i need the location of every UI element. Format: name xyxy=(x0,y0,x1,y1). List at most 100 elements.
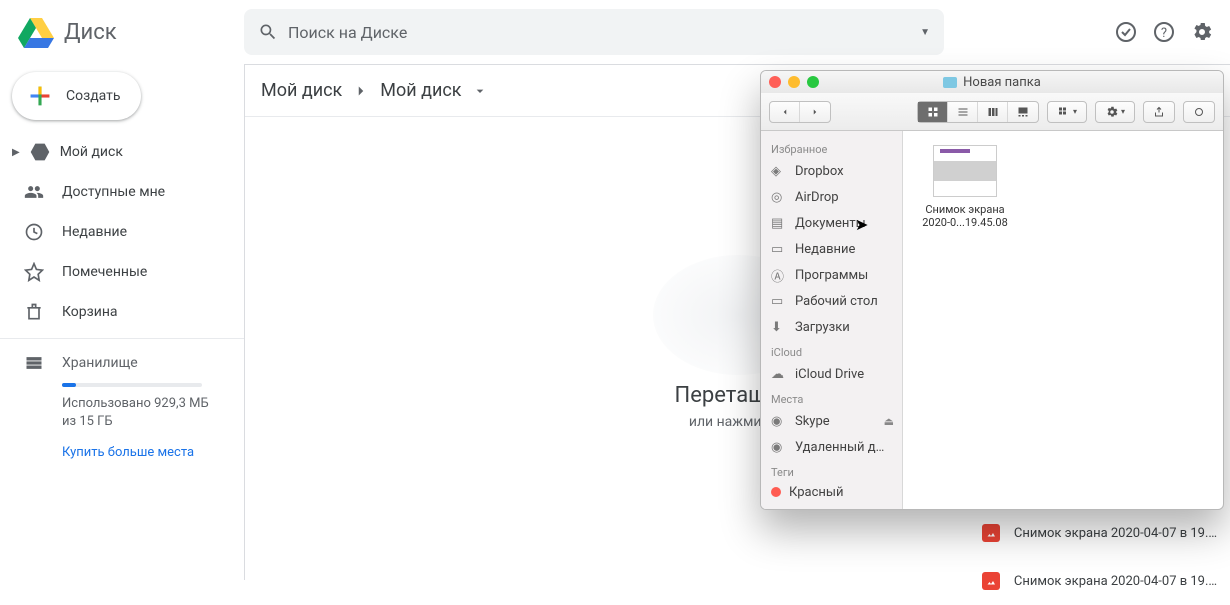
sidebar-item-remote[interactable]: ◉Удаленный д… xyxy=(761,434,902,460)
header-actions: ? xyxy=(1114,20,1214,44)
finder-sidebar: Избранное ◈Dropbox ◎ AirDrop ▤ Документы ▭… xyxy=(761,131,903,509)
sidebar-item-recent[interactable]: Недавние xyxy=(0,212,244,252)
finder-content[interactable]: Снимок экрана 2020-0...19.45.08 xyxy=(903,131,1223,509)
storage-used-text: Использовано 929,3 МБ из 15 ГБ xyxy=(62,395,212,431)
icon-view-button[interactable] xyxy=(918,102,948,122)
drive-header: Диск ▼ ? xyxy=(0,0,1230,64)
arrange-button[interactable]: ▾ xyxy=(1048,102,1086,122)
drive-icon xyxy=(30,142,50,162)
storage-label: Хранилище xyxy=(62,355,138,371)
section-icloud: iCloud xyxy=(761,340,902,361)
folder-icon xyxy=(943,77,957,88)
back-button[interactable] xyxy=(770,102,800,122)
list-view-button[interactable] xyxy=(948,102,978,122)
sidebar-item-label: Недавние xyxy=(795,242,855,257)
tags-button[interactable] xyxy=(1184,102,1214,122)
sidebar-item-documents[interactable]: ▤ Документы xyxy=(761,210,902,236)
recent-file-row[interactable]: Снимок экрана 2020-04-07 в 19.45 xyxy=(982,557,1222,605)
search-options-caret-icon[interactable]: ▼ xyxy=(920,27,930,38)
column-view-button[interactable] xyxy=(978,102,1008,122)
expand-caret-icon[interactable]: ▶ xyxy=(12,147,20,158)
search-icon xyxy=(258,22,278,42)
cloud-icon: ☁ xyxy=(771,367,787,382)
sidebar-item-skype[interactable]: ◉ Skype ⏏ xyxy=(761,408,902,434)
drive-brand: Диск xyxy=(64,20,117,45)
sidebar-item-label: iCloud Drive xyxy=(795,367,864,382)
section-favorites: Избранное xyxy=(761,137,902,158)
sidebar-item-starred[interactable]: Помеченные xyxy=(0,252,244,292)
action-button[interactable]: ▾ xyxy=(1096,102,1134,122)
sidebar-item-mydrive[interactable]: ▶ Мой диск xyxy=(0,132,244,172)
sidebar-item-label: Удаленный д… xyxy=(795,440,884,455)
sidebar-item-iclouddrive[interactable]: ☁ iCloud Drive xyxy=(761,361,902,387)
airdrop-icon: ◎ xyxy=(771,190,787,205)
recent-file-row[interactable]: Снимок экрана 2020-04-07 в 19.45 xyxy=(982,509,1222,557)
file-thumbnail xyxy=(933,145,997,197)
sidebar-item-label: Помеченные xyxy=(62,264,147,280)
image-file-icon xyxy=(982,572,1000,590)
file-name: Снимок экрана 2020-04-07 в 19.45 xyxy=(1014,574,1222,589)
documents-icon: ▤ xyxy=(771,216,787,231)
file-name: Снимок экрана 2020-04-07 в 19.45 xyxy=(1014,526,1222,541)
star-icon xyxy=(24,262,44,282)
sidebar-item-label: Мой диск xyxy=(60,144,123,160)
people-icon xyxy=(24,182,44,202)
eject-icon[interactable]: ⏏ xyxy=(884,415,894,428)
finder-toolbar: ▾ ▾ xyxy=(761,93,1223,131)
create-button[interactable]: Создать xyxy=(12,72,141,120)
settings-gear-icon[interactable] xyxy=(1190,20,1214,44)
create-label: Создать xyxy=(66,88,121,104)
traffic-close-button[interactable] xyxy=(769,76,781,88)
tag-label: Красный xyxy=(789,485,843,500)
sidebar-item-applications[interactable]: ⒶПрограммы xyxy=(761,262,902,288)
sidebar-item-airdrop[interactable]: ◎ AirDrop xyxy=(761,184,902,210)
sidebar-item-recents[interactable]: ▭ Недавние xyxy=(761,236,902,262)
sidebar-item-label: Программы xyxy=(795,268,868,283)
breadcrumb-current[interactable]: Мой диск xyxy=(380,80,461,101)
sidebar-item-label: Доступные мне xyxy=(62,184,165,200)
sidebar-item-label: Документы xyxy=(795,216,866,231)
offline-status-icon[interactable] xyxy=(1114,20,1138,44)
sidebar-item-label: Dropbox xyxy=(795,164,844,179)
chevron-down-icon[interactable] xyxy=(472,83,488,99)
sidebar-item-label: Загрузки xyxy=(795,320,850,335)
gallery-view-button[interactable] xyxy=(1008,102,1038,122)
disk-icon: ◉ xyxy=(771,414,787,429)
search-input[interactable] xyxy=(288,23,910,42)
finder-title: Новая папка xyxy=(761,75,1223,90)
section-locations: Места xyxy=(761,387,902,408)
arrange-group: ▾ xyxy=(1047,101,1087,123)
drive-logo[interactable]: Диск xyxy=(16,14,244,50)
sidebar-item-storage[interactable]: Хранилище xyxy=(0,345,244,377)
file-name-line2: 2020-0...19.45.08 xyxy=(917,216,1013,229)
sidebar-item-downloads[interactable]: ⬇ Загрузки xyxy=(761,314,902,340)
file-tile[interactable]: Снимок экрана 2020-0...19.45.08 xyxy=(917,145,1013,229)
search-box[interactable]: ▼ xyxy=(244,9,944,55)
buy-storage-link[interactable]: Купить больше места xyxy=(62,445,244,460)
help-icon[interactable]: ? xyxy=(1152,20,1176,44)
share-button[interactable] xyxy=(1144,102,1174,122)
sidebar-item-label: AirDrop xyxy=(795,190,839,205)
finder-body: Избранное ◈Dropbox ◎ AirDrop ▤ Документы ▭… xyxy=(761,131,1223,509)
sidebar-tag-red[interactable]: Красный xyxy=(761,481,902,503)
image-file-icon xyxy=(982,524,1000,542)
downloads-icon: ⬇ xyxy=(771,320,787,335)
sidebar-item-label: Корзина xyxy=(62,304,118,320)
sidebar-item-desktop[interactable]: ▭Рабочий стол xyxy=(761,288,902,314)
sidebar-item-label: Skype xyxy=(795,414,830,429)
nav-group xyxy=(769,101,831,123)
sidebar-item-dropbox[interactable]: ◈Dropbox xyxy=(761,158,902,184)
sidebar-item-trash[interactable]: Корзина xyxy=(0,292,244,332)
file-name-line1: Снимок экрана xyxy=(917,203,1013,216)
sidebar-item-label: Рабочий стол xyxy=(795,294,878,309)
finder-titlebar[interactable]: Новая папка xyxy=(761,71,1223,93)
traffic-zoom-button[interactable] xyxy=(807,76,819,88)
sidebar-item-shared[interactable]: Доступные мне xyxy=(0,172,244,212)
sidebar-item-label: Недавние xyxy=(62,224,127,240)
forward-button[interactable] xyxy=(800,102,830,122)
plus-icon xyxy=(26,82,54,110)
finder-window[interactable]: Новая папка ▾ ▾ Избранное ◈Drop xyxy=(760,70,1224,510)
traffic-minimize-button[interactable] xyxy=(788,76,800,88)
recents-icon: ▭ xyxy=(771,242,787,257)
breadcrumb-root[interactable]: Мой диск xyxy=(261,80,342,101)
